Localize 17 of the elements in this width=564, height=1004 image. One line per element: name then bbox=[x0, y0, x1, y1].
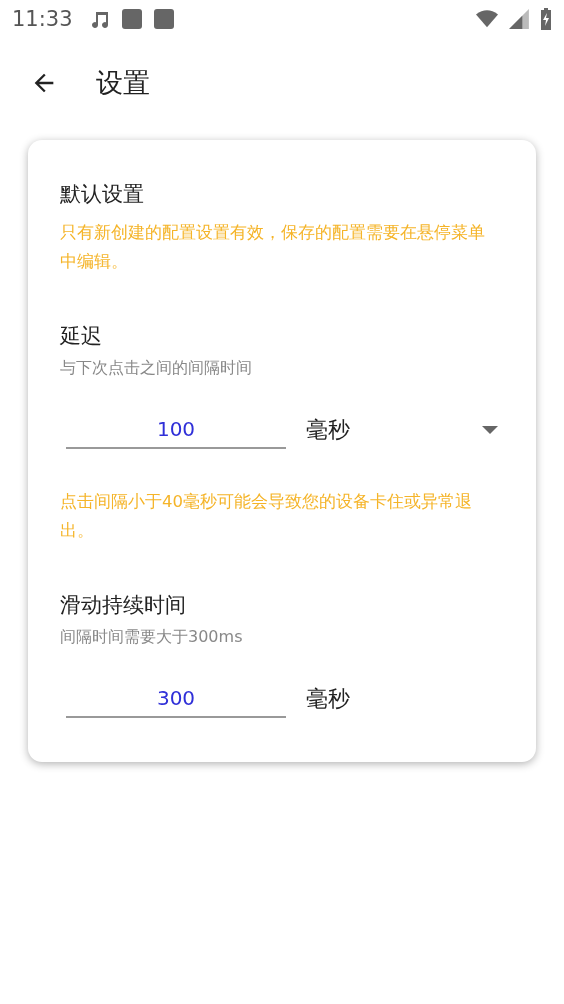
warning-text: 点击间隔小于40毫秒可能会导致您的设备卡住或异常退出。 bbox=[60, 491, 473, 542]
wifi-icon bbox=[476, 8, 498, 30]
setting-title: 延迟 bbox=[60, 323, 103, 350]
setting-description: 与下次点击之间的间隔时间 bbox=[60, 358, 253, 379]
dropdown-arrow-icon[interactable] bbox=[482, 426, 498, 434]
unit-label: 毫秒 bbox=[306, 685, 351, 713]
note-text: 只有新创建的配置设置有效，保存的配置需要在悬停菜单中编辑。 bbox=[60, 222, 486, 273]
signal-icon bbox=[508, 8, 530, 30]
setting-description: 间隔时间需要大于300ms bbox=[60, 627, 244, 648]
setting-title: 滑动持续时间 bbox=[60, 592, 187, 619]
page-title: 设置 bbox=[96, 66, 150, 100]
section-title: 默认设置 bbox=[60, 181, 145, 208]
unit-label: 毫秒 bbox=[306, 416, 351, 444]
status-time: 11:33 bbox=[12, 7, 73, 31]
notification-icon bbox=[152, 8, 175, 30]
notification-icon bbox=[120, 8, 143, 30]
battery-charging-icon bbox=[540, 8, 552, 30]
